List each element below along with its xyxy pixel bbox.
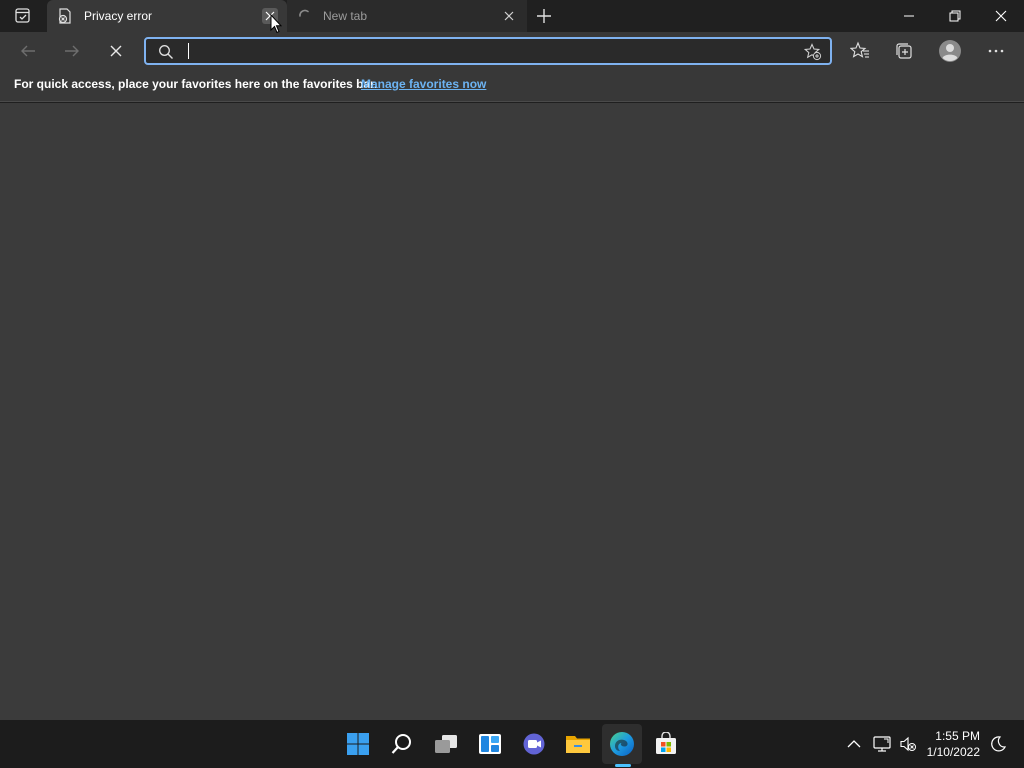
tab-title: Privacy error xyxy=(84,9,153,23)
profile-avatar-icon[interactable] xyxy=(936,38,964,64)
text-caret xyxy=(188,43,189,59)
address-bar[interactable] xyxy=(144,37,832,65)
search-icon[interactable] xyxy=(382,724,422,764)
teams-chat-icon[interactable] xyxy=(514,724,554,764)
collections-icon[interactable] xyxy=(890,38,918,64)
back-icon[interactable] xyxy=(14,38,42,64)
more-options-icon[interactable] xyxy=(982,38,1010,64)
file-explorer-icon[interactable] xyxy=(558,724,598,764)
active-app-indicator xyxy=(615,764,631,767)
tab-new-tab[interactable]: New tab xyxy=(287,0,527,32)
store-icon[interactable] xyxy=(646,724,686,764)
edge-icon[interactable] xyxy=(602,724,642,764)
tab-privacy-error[interactable]: Privacy error xyxy=(47,0,287,32)
task-view-icon[interactable] xyxy=(426,724,466,764)
mouse-cursor xyxy=(270,13,283,34)
favorites-bar-message: For quick access, place your favorites h… xyxy=(14,77,378,91)
minimize-icon[interactable] xyxy=(886,0,932,32)
close-window-icon[interactable] xyxy=(978,0,1024,32)
add-favorite-icon[interactable] xyxy=(803,43,822,61)
forward-icon[interactable] xyxy=(58,38,86,64)
volume-muted-icon[interactable] xyxy=(898,734,918,754)
loading-icon xyxy=(297,8,313,24)
network-icon[interactable] xyxy=(872,734,892,754)
privacy-error-icon xyxy=(57,8,73,24)
toolbar xyxy=(0,32,1024,70)
tab-actions-icon[interactable] xyxy=(13,7,33,25)
clock-time: 1:55 PM xyxy=(935,729,980,743)
address-input[interactable] xyxy=(186,42,786,60)
chevron-up-icon[interactable] xyxy=(844,734,864,754)
clock-date: 1/10/2022 xyxy=(926,745,980,759)
taskbar: 1:55 PM 1/10/2022 xyxy=(0,720,1024,768)
page-content xyxy=(0,103,1024,720)
system-clock[interactable]: 1:55 PM 1/10/2022 xyxy=(918,728,980,760)
favorites-icon[interactable] xyxy=(846,38,874,64)
start-icon[interactable] xyxy=(338,724,378,764)
tab-title: New tab xyxy=(323,9,368,23)
focus-assist-moon-icon[interactable] xyxy=(988,734,1008,754)
tab-strip: Privacy error New tab xyxy=(0,0,1024,32)
search-icon xyxy=(158,44,174,60)
stop-loading-icon[interactable] xyxy=(102,38,130,64)
favorites-bar: For quick access, place your favorites h… xyxy=(0,70,1024,102)
new-tab-icon[interactable] xyxy=(533,5,555,27)
manage-favorites-link[interactable]: Manage favorites now xyxy=(361,77,486,91)
tab-close-icon[interactable] xyxy=(501,8,517,24)
restore-icon[interactable] xyxy=(932,0,978,32)
widgets-icon[interactable] xyxy=(470,724,510,764)
